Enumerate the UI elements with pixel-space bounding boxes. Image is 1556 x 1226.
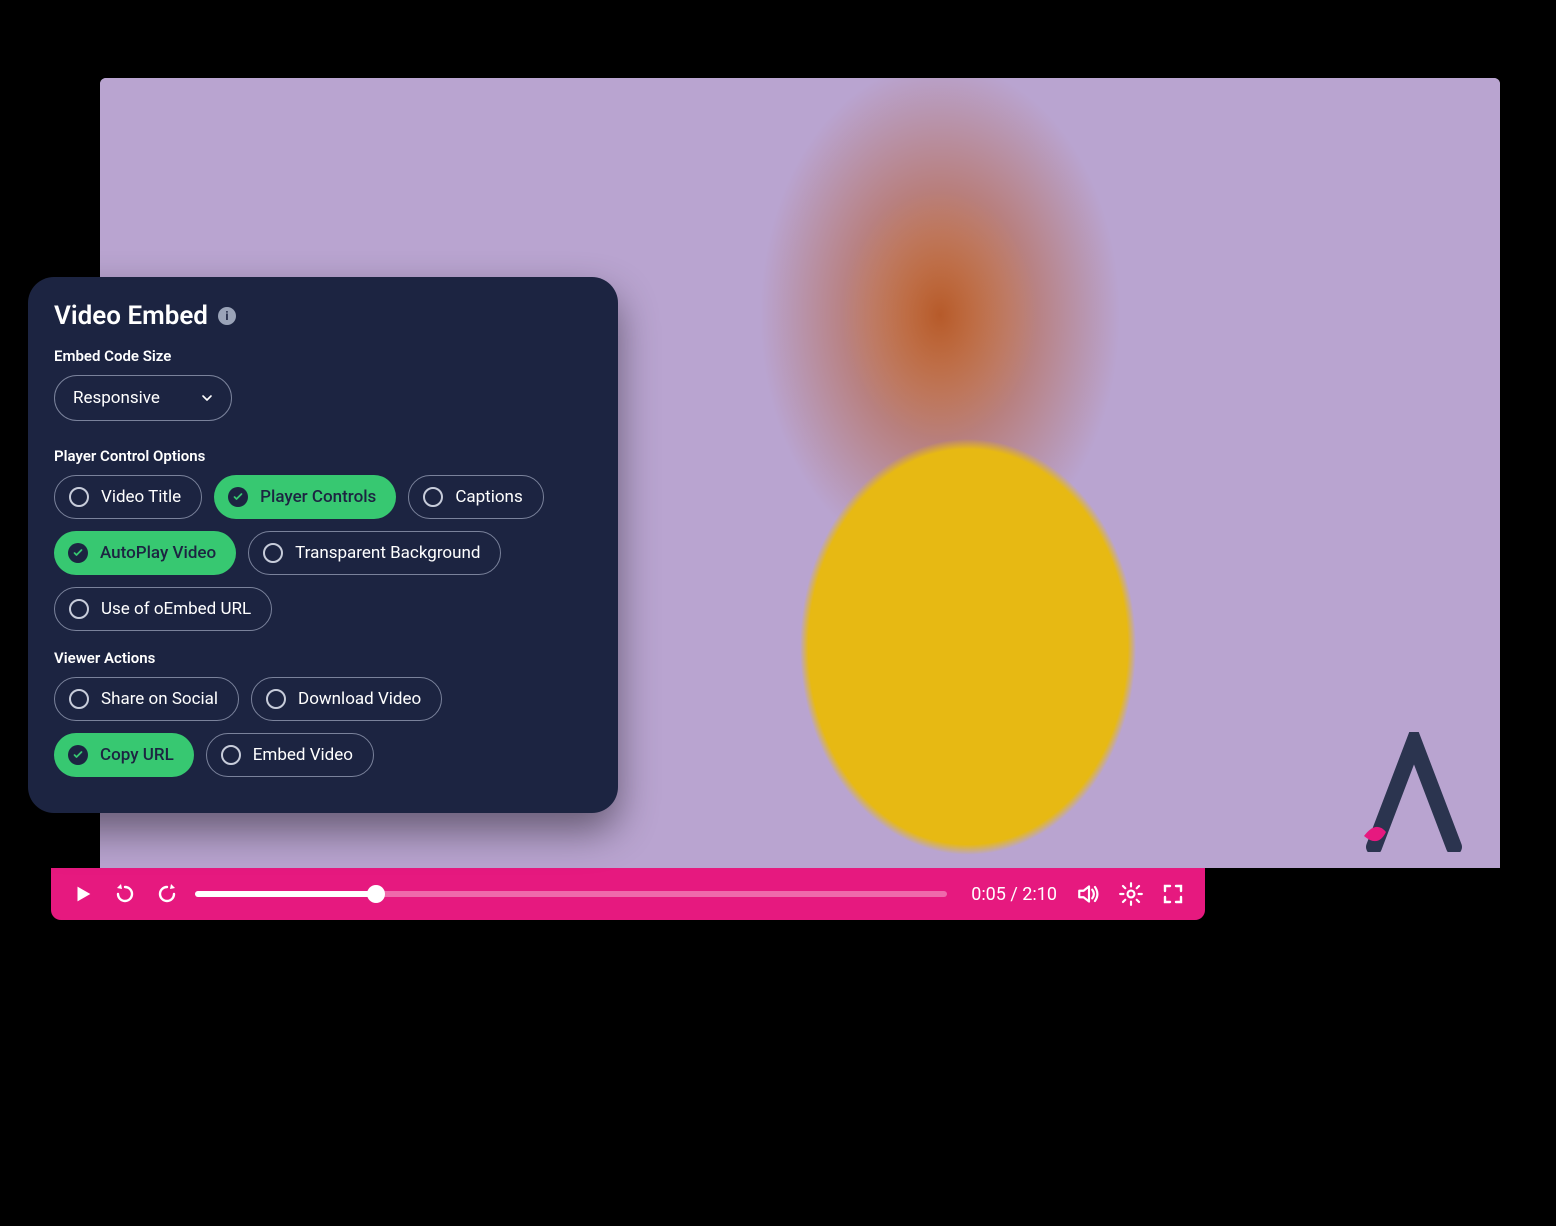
option-transparent-background[interactable]: Transparent Background — [248, 531, 501, 575]
progress-bar[interactable] — [195, 891, 947, 897]
player-control-bar: 0:05 / 2:10 — [51, 868, 1205, 920]
play-button[interactable] — [69, 880, 97, 908]
action-embed-video[interactable]: Embed Video — [206, 733, 374, 777]
option-use-of-oembed-url[interactable]: Use of oEmbed URL — [54, 587, 272, 631]
radio-icon — [69, 599, 89, 619]
player-options-label: Player Control Options — [54, 447, 592, 465]
radio-icon — [69, 689, 89, 709]
radio-icon — [423, 487, 443, 507]
radio-icon — [69, 487, 89, 507]
brand-logo — [1354, 732, 1464, 852]
chip-label: Embed Video — [253, 745, 353, 765]
option-video-title[interactable]: Video Title — [54, 475, 202, 519]
check-icon — [68, 745, 88, 765]
check-icon — [228, 487, 248, 507]
chip-label: AutoPlay Video — [100, 543, 216, 563]
chip-label: Transparent Background — [295, 543, 480, 563]
embed-size-select[interactable]: Responsive — [54, 375, 232, 421]
action-download-video[interactable]: Download Video — [251, 677, 442, 721]
duration: 2:10 — [1022, 884, 1057, 905]
volume-button[interactable] — [1075, 880, 1103, 908]
panel-title: Video Embed — [54, 301, 208, 331]
chip-label: Share on Social — [101, 689, 218, 709]
chevron-down-icon — [199, 390, 215, 406]
time-display: 0:05 / 2:10 — [971, 884, 1057, 905]
option-autoplay-video[interactable]: AutoPlay Video — [54, 531, 236, 575]
player-options-group: Video Title Player Controls Captions AutoPl… — [54, 475, 592, 631]
action-copy-url[interactable]: Copy URL — [54, 733, 194, 777]
radio-icon — [221, 745, 241, 765]
embed-size-label: Embed Code Size — [54, 347, 592, 365]
viewer-actions-label: Viewer Actions — [54, 649, 592, 667]
play-icon — [72, 883, 94, 905]
viewer-actions-group: Share on Social Download Video Copy URL Emb… — [54, 677, 592, 777]
chip-label: Download Video — [298, 689, 421, 709]
settings-button[interactable] — [1117, 880, 1145, 908]
fullscreen-button[interactable] — [1159, 880, 1187, 908]
embed-size-value: Responsive — [73, 388, 160, 408]
gear-icon — [1118, 881, 1144, 907]
action-share-on-social[interactable]: Share on Social — [54, 677, 239, 721]
rewind-button[interactable] — [111, 880, 139, 908]
radio-icon — [266, 689, 286, 709]
fullscreen-icon — [1161, 882, 1185, 906]
chip-label: Player Controls — [260, 487, 376, 507]
info-icon[interactable]: i — [218, 307, 236, 325]
video-embed-panel: Video Embed i Embed Code Size Responsive… — [28, 277, 618, 813]
volume-icon — [1076, 881, 1102, 907]
chip-label: Captions — [455, 487, 522, 507]
chip-label: Video Title — [101, 487, 181, 507]
option-player-controls[interactable]: Player Controls — [214, 475, 396, 519]
radio-icon — [263, 543, 283, 563]
rewind-icon — [113, 882, 137, 906]
check-icon — [68, 543, 88, 563]
forward-button[interactable] — [153, 880, 181, 908]
chip-label: Use of oEmbed URL — [101, 599, 251, 619]
current-time: 0:05 — [971, 884, 1006, 905]
option-captions[interactable]: Captions — [408, 475, 543, 519]
chip-label: Copy URL — [100, 745, 174, 765]
forward-icon — [155, 882, 179, 906]
